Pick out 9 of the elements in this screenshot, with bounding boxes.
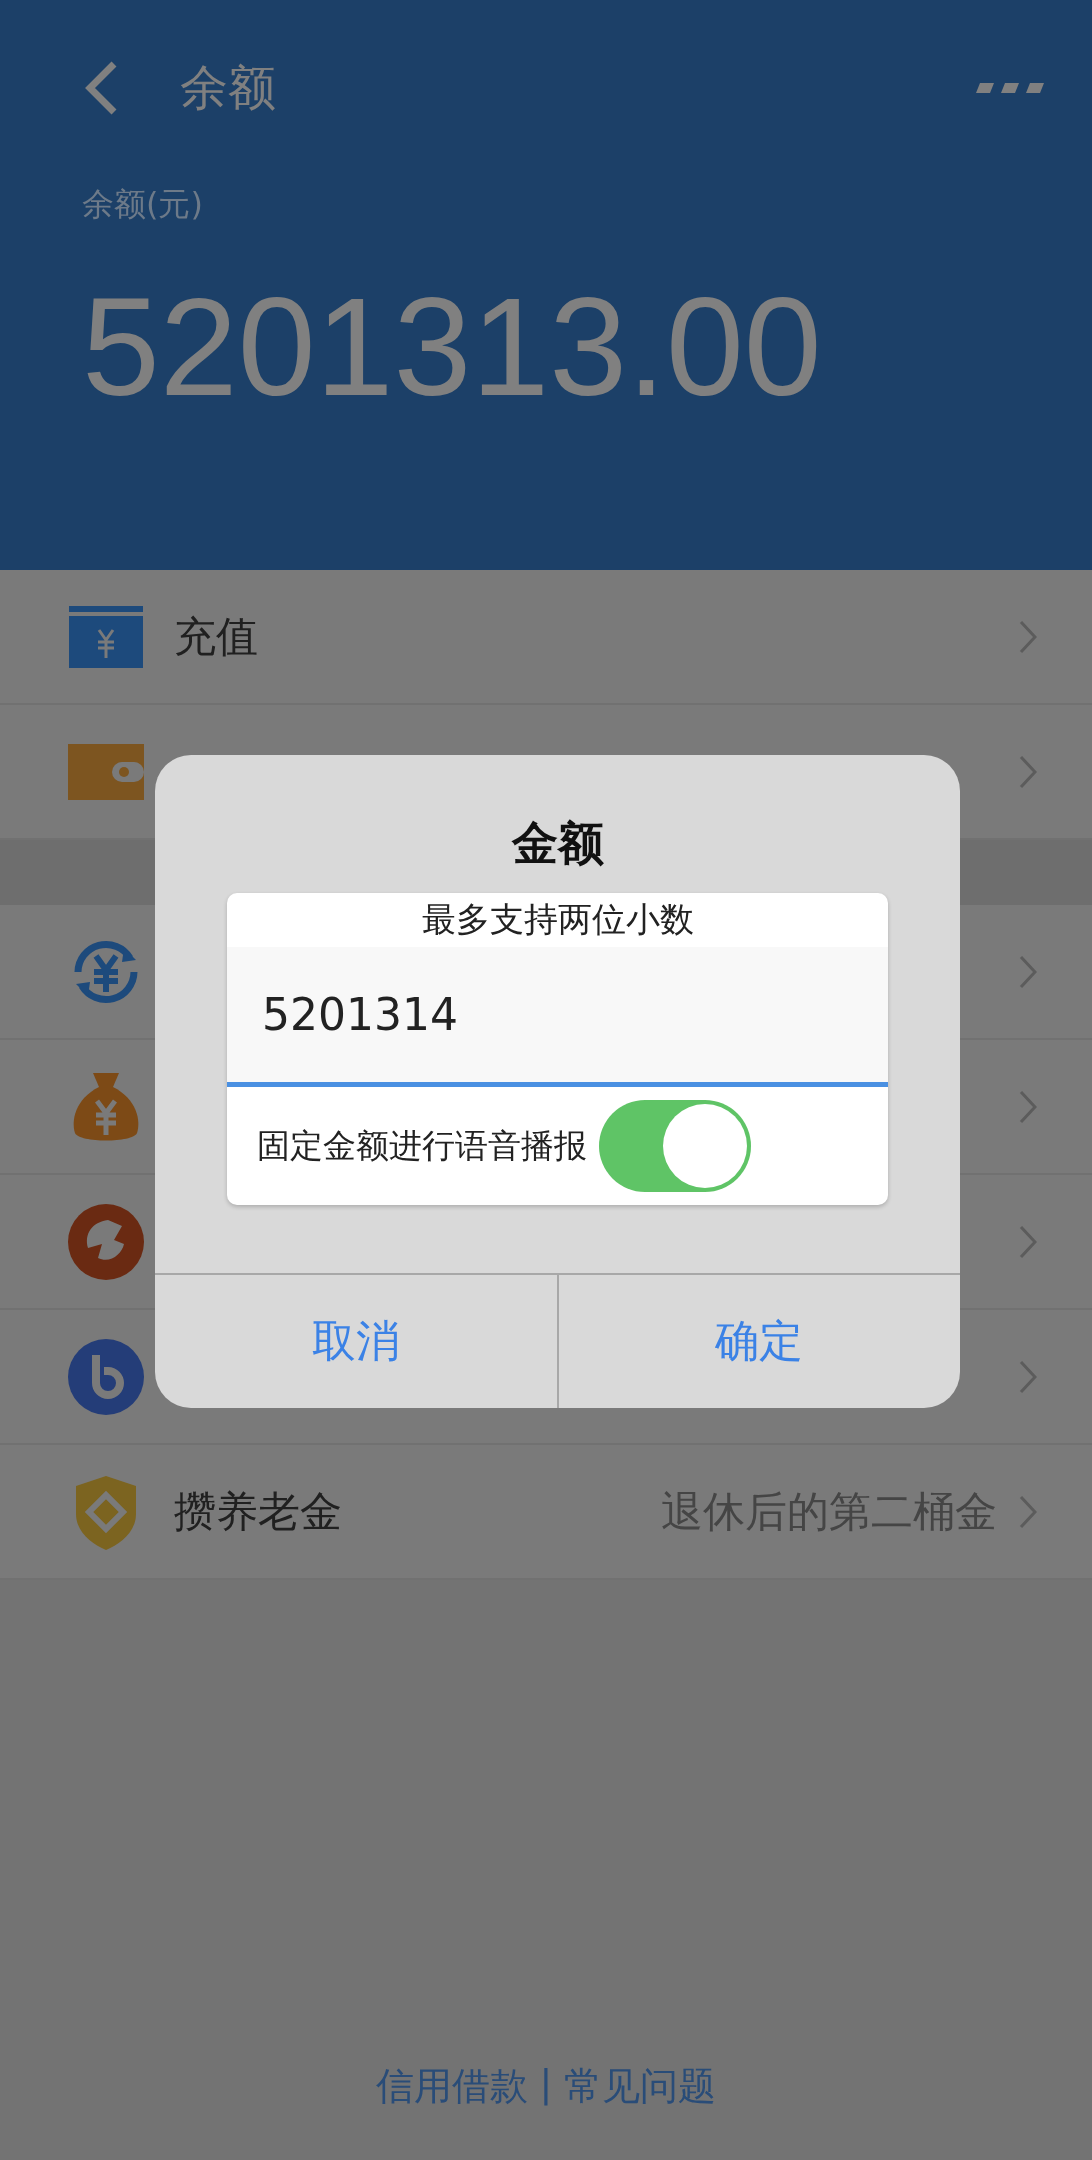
row-label: 攒养老金 bbox=[174, 1485, 343, 1538]
dialog-title: 金额 bbox=[510, 815, 605, 872]
page-title: 余额 bbox=[180, 57, 277, 117]
balance-label: 余额(元) bbox=[82, 184, 204, 225]
toggle-label: 固定金额进行语音播报 bbox=[257, 1124, 587, 1167]
balance-amount: 5201313.00 bbox=[82, 277, 823, 417]
row-label: 充值 bbox=[174, 610, 259, 663]
footer-separator: | bbox=[539, 2061, 553, 2108]
hint-text: 最多支持两位小数 bbox=[420, 898, 695, 941]
